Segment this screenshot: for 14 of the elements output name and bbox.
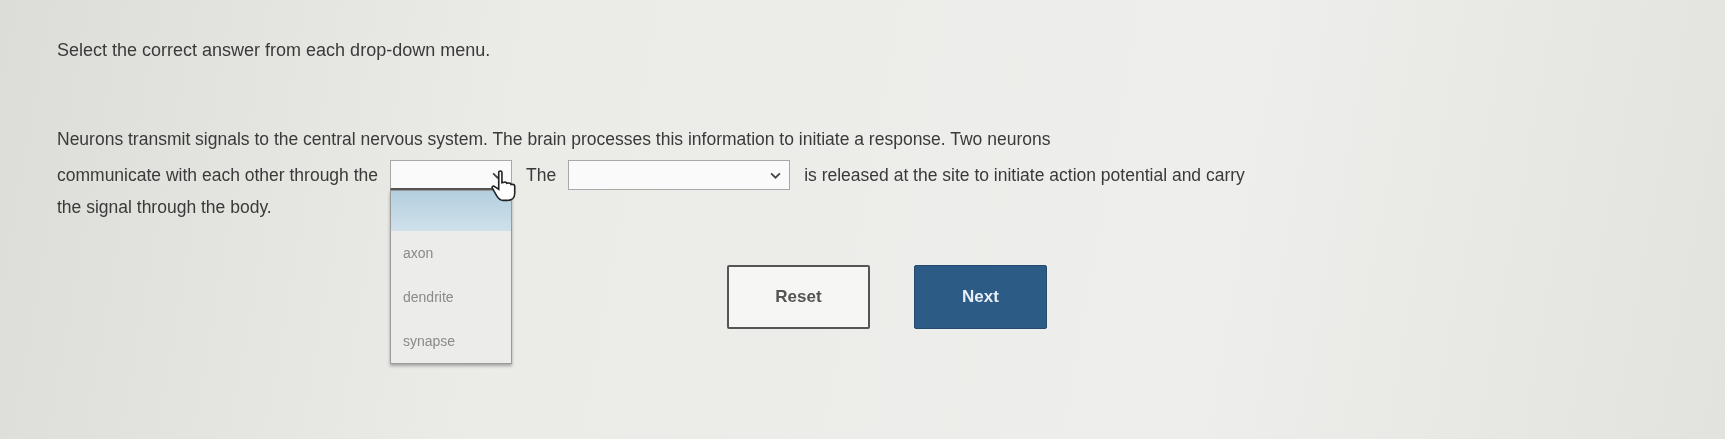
- dropdown-select[interactable]: [390, 160, 512, 190]
- reset-button[interactable]: Reset: [727, 265, 870, 329]
- chevron-icon: [770, 172, 782, 179]
- dropdown-option[interactable]: axon: [391, 231, 511, 275]
- question-text: is released at the site to initiate action potential and carry: [804, 164, 1245, 186]
- hand-cursor-icon: [490, 170, 516, 202]
- next-button[interactable]: Next: [914, 265, 1047, 329]
- question-text: the signal through the body.: [57, 196, 272, 218]
- dropdown-option[interactable]: dendrite: [391, 275, 511, 319]
- question-text: The: [526, 164, 557, 186]
- instruction-text: Select the correct answer from each drop-down menu.: [57, 40, 492, 61]
- question-text: Neurons transmit signals to the central nervous system. The brain processes this information to initiate a response. Two neurons: [57, 128, 1051, 150]
- dropdown-option[interactable]: synapse: [391, 319, 511, 363]
- question-text: communicate with each other through the: [57, 164, 378, 186]
